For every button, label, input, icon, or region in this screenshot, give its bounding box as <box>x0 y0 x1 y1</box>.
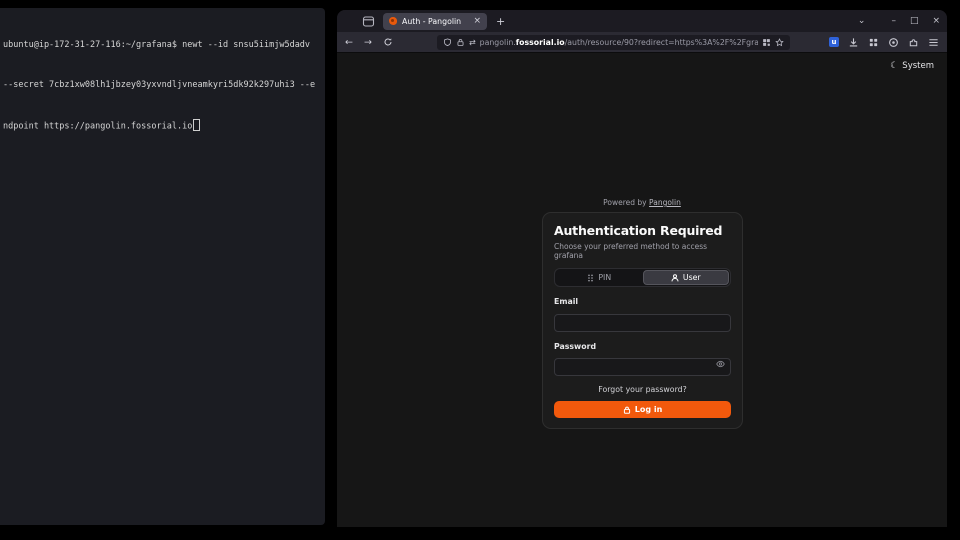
tab-pin-label: PIN <box>598 273 611 282</box>
tracking-shield-icon[interactable] <box>443 38 452 47</box>
user-icon <box>671 274 679 282</box>
browser-window: Auth - Pangolin × + ⌄ – □ × ← → ⇄ pangol… <box>337 10 947 527</box>
auth-card-title: Authentication Required <box>554 224 731 238</box>
theme-toggle-label: System <box>902 61 934 71</box>
tab-user[interactable]: User <box>643 270 730 285</box>
theme-toggle[interactable]: ☾ System <box>890 61 934 71</box>
url-bar[interactable]: ⇄ pangolin.fossorial.io/auth/resource/90… <box>437 35 790 50</box>
back-button[interactable]: ← <box>345 37 353 48</box>
menu-hamburger-icon[interactable] <box>928 37 939 48</box>
window-minimize-button[interactable]: – <box>891 16 896 26</box>
keypad-grip-icon <box>587 274 594 282</box>
page-content: ☾ System Powered by Pangolin Authenticat… <box>337 53 947 527</box>
login-lock-icon <box>623 406 631 414</box>
pangolin-link[interactable]: Pangolin <box>649 198 681 207</box>
powered-by: Powered by Pangolin <box>337 198 947 207</box>
auth-method-tabs: PIN User <box>554 268 731 287</box>
tab-auth-pangolin[interactable]: Auth - Pangolin × <box>383 13 487 30</box>
account-containers-icon[interactable] <box>868 37 879 48</box>
reload-button[interactable] <box>383 37 393 47</box>
terminal-window[interactable]: ubuntu@ip-172-31-27-116:~/grafana$ newt … <box>0 8 325 525</box>
url-text[interactable]: pangolin.fossorial.io/auth/resource/90?r… <box>480 38 758 47</box>
window-close-button[interactable]: × <box>932 16 940 26</box>
terminal-line: ndpoint https://pangolin.fossorial.io <box>3 119 322 134</box>
https-lock-icon[interactable] <box>456 38 465 47</box>
login-button[interactable]: Log in <box>554 401 731 418</box>
container-grid-icon[interactable] <box>762 38 771 47</box>
moon-icon: ☾ <box>890 61 898 71</box>
bookmark-star-icon[interactable] <box>775 38 784 47</box>
list-tabs-chevron-icon[interactable]: ⌄ <box>858 16 866 26</box>
auth-card-subtitle: Choose your preferred method to access g… <box>554 242 731 260</box>
permissions-swap-icon[interactable]: ⇄ <box>469 38 476 47</box>
password-label: Password <box>554 342 731 351</box>
terminal-cursor <box>193 119 200 131</box>
firefox-view-icon[interactable] <box>362 15 375 28</box>
downloads-icon[interactable] <box>848 37 859 48</box>
ublock-extension-icon[interactable]: u <box>829 37 839 47</box>
forgot-password-link[interactable]: Forgot your password? <box>554 385 731 394</box>
terminal-line: ubuntu@ip-172-31-27-116:~/grafana$ newt … <box>3 39 322 52</box>
terminal-line: --secret 7cbz1xw08lh1jbzey03yxvndljvneam… <box>3 79 322 92</box>
tab-title: Auth - Pangolin <box>402 17 468 26</box>
email-field[interactable] <box>554 314 731 332</box>
browser-tab-bar: Auth - Pangolin × + ⌄ – □ × <box>337 10 947 32</box>
forward-button[interactable]: → <box>364 37 372 48</box>
email-label: Email <box>554 297 731 306</box>
extensions-puzzle-icon[interactable] <box>908 37 919 48</box>
tab-close-icon[interactable]: × <box>473 16 481 26</box>
tab-user-label: User <box>683 273 701 282</box>
new-tab-button[interactable]: + <box>496 15 505 28</box>
window-maximize-button[interactable]: □ <box>910 16 919 26</box>
browser-toolbar: ← → ⇄ pangolin.fossorial.io/auth/resourc… <box>337 32 947 53</box>
login-button-label: Log in <box>635 405 663 414</box>
toolbar-extensions-area: u <box>829 37 939 48</box>
pangolin-favicon-icon <box>389 17 397 25</box>
show-password-eye-icon[interactable] <box>716 360 725 368</box>
tab-pin[interactable]: PIN <box>556 270 643 285</box>
auth-card: Authentication Required Choose your pref… <box>542 212 743 429</box>
password-field[interactable] <box>554 358 731 376</box>
extension-circle-icon[interactable] <box>888 37 899 48</box>
